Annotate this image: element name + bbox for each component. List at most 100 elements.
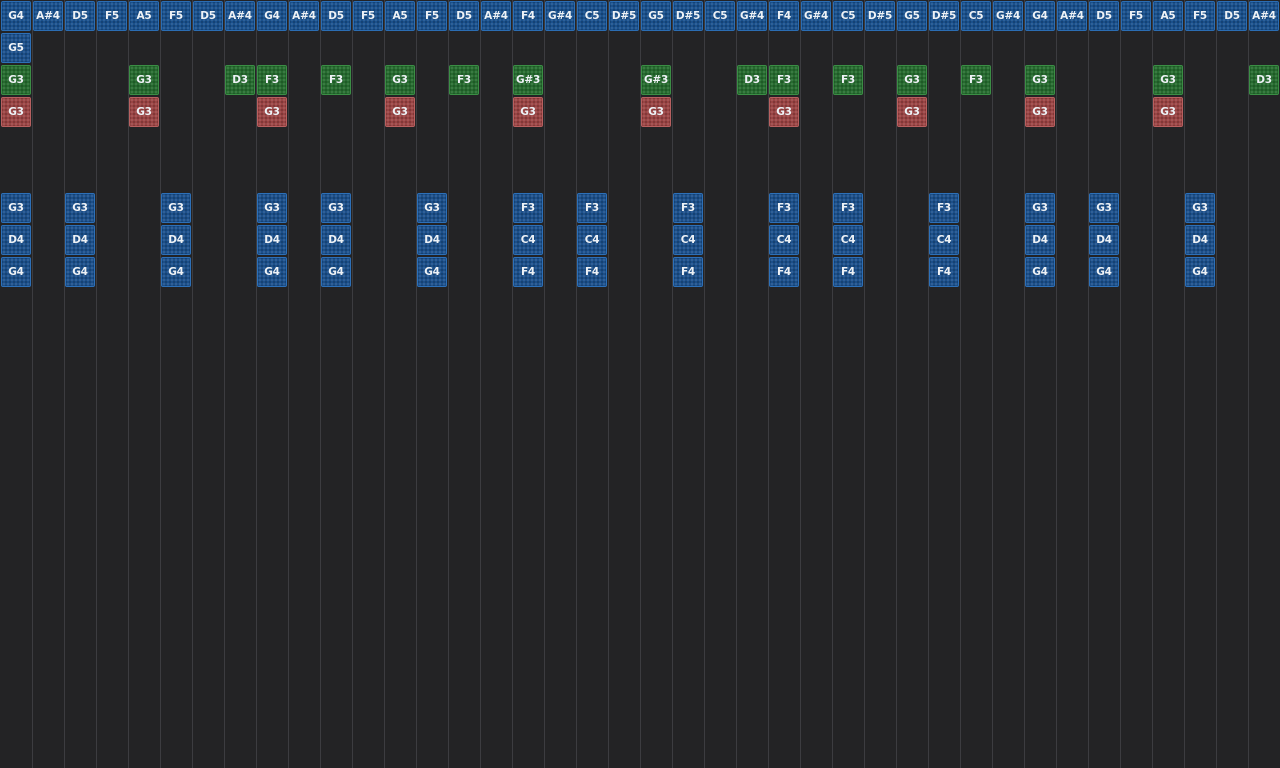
blue-note-block[interactable]: G4 <box>321 257 351 287</box>
blue-note-block[interactable]: F3 <box>513 193 543 223</box>
header-note-block[interactable]: D5 <box>321 1 351 31</box>
green-note-block[interactable]: F3 <box>833 65 863 95</box>
green-note-block[interactable]: D3 <box>225 65 255 95</box>
blue-note-block[interactable]: C4 <box>769 225 799 255</box>
blue-note-block[interactable]: F4 <box>577 257 607 287</box>
header-note-block[interactable]: A#4 <box>1057 1 1087 31</box>
blue-note-block[interactable]: D4 <box>417 225 447 255</box>
red-note-block[interactable]: G3 <box>769 97 799 127</box>
red-note-block[interactable]: G3 <box>257 97 287 127</box>
blue-note-block[interactable]: G4 <box>1089 257 1119 287</box>
blue-note-block[interactable]: F3 <box>929 193 959 223</box>
blue-note-block[interactable]: G4 <box>257 257 287 287</box>
red-note-block[interactable]: G3 <box>513 97 543 127</box>
blue-note-block[interactable]: G3 <box>65 193 95 223</box>
blue-note-block[interactable]: G3 <box>1185 193 1215 223</box>
green-note-block[interactable]: D3 <box>1249 65 1279 95</box>
header-note-block[interactable]: G5 <box>897 1 927 31</box>
blue-note-block[interactable]: D4 <box>1 225 31 255</box>
header-note-block[interactable]: D5 <box>449 1 479 31</box>
header-note-block[interactable]: G#4 <box>993 1 1023 31</box>
blue-note-block[interactable]: D4 <box>65 225 95 255</box>
green-note-block[interactable]: F3 <box>321 65 351 95</box>
red-note-block[interactable]: G3 <box>1 97 31 127</box>
blue-note-block[interactable]: G3 <box>1089 193 1119 223</box>
red-note-block[interactable]: G3 <box>1153 97 1183 127</box>
header-note-block[interactable]: C5 <box>705 1 735 31</box>
header-note-block[interactable]: G#4 <box>801 1 831 31</box>
header-note-block[interactable]: F4 <box>513 1 543 31</box>
blue-note-block[interactable]: G4 <box>65 257 95 287</box>
header-note-block[interactable]: D#5 <box>865 1 895 31</box>
blue-note-block[interactable]: F4 <box>769 257 799 287</box>
blue-note-block[interactable]: C4 <box>833 225 863 255</box>
blue-note-block[interactable]: D4 <box>1185 225 1215 255</box>
header-note-block[interactable]: F5 <box>1121 1 1151 31</box>
header-note-block[interactable]: G4 <box>257 1 287 31</box>
red-note-block[interactable]: G3 <box>1025 97 1055 127</box>
header-note-block[interactable]: A5 <box>129 1 159 31</box>
blue-note-block[interactable]: C4 <box>929 225 959 255</box>
header-note-block[interactable]: A#4 <box>289 1 319 31</box>
blue-note-block[interactable]: D4 <box>257 225 287 255</box>
green-note-block[interactable]: G3 <box>1153 65 1183 95</box>
blue-note-block[interactable]: F3 <box>769 193 799 223</box>
header-note-block[interactable]: G#4 <box>737 1 767 31</box>
blue-note-block[interactable]: F4 <box>833 257 863 287</box>
green-note-block[interactable]: G#3 <box>513 65 543 95</box>
header-note-block[interactable]: F5 <box>417 1 447 31</box>
blue-note-block[interactable]: G3 <box>1 193 31 223</box>
green-note-block[interactable]: G3 <box>385 65 415 95</box>
header-note-block[interactable]: F5 <box>161 1 191 31</box>
red-note-block[interactable]: G3 <box>385 97 415 127</box>
header-note-block[interactable]: C5 <box>961 1 991 31</box>
header-note-block[interactable]: D#5 <box>929 1 959 31</box>
header-note-block[interactable]: A#4 <box>1249 1 1279 31</box>
blue-note-block[interactable]: D4 <box>161 225 191 255</box>
green-note-block[interactable]: F3 <box>257 65 287 95</box>
blue-note-block[interactable]: D4 <box>1025 225 1055 255</box>
blue-note-block[interactable]: F3 <box>673 193 703 223</box>
green-note-block[interactable]: G3 <box>1 65 31 95</box>
header-note-block[interactable]: C5 <box>833 1 863 31</box>
green-note-block[interactable]: F3 <box>449 65 479 95</box>
blue-note-block[interactable]: G3 <box>161 193 191 223</box>
blue-note-block[interactable]: G4 <box>1025 257 1055 287</box>
header-note-block[interactable]: D5 <box>1217 1 1247 31</box>
blue-note-block[interactable]: C4 <box>673 225 703 255</box>
blue-note-block[interactable]: G4 <box>1185 257 1215 287</box>
blue-note-block[interactable]: D4 <box>1089 225 1119 255</box>
header-note-block[interactable]: D5 <box>193 1 223 31</box>
blue-note-block[interactable]: D4 <box>321 225 351 255</box>
header-note-block[interactable]: G5 <box>641 1 671 31</box>
header-note-block[interactable]: C5 <box>577 1 607 31</box>
header-note-block[interactable]: D#5 <box>609 1 639 31</box>
header-note-block[interactable]: F4 <box>769 1 799 31</box>
header-note-block[interactable]: D#5 <box>673 1 703 31</box>
green-note-block[interactable]: G#3 <box>641 65 671 95</box>
header-note-block[interactable]: F5 <box>1185 1 1215 31</box>
header-note-block[interactable]: G#4 <box>545 1 575 31</box>
blue-note-block[interactable]: C4 <box>513 225 543 255</box>
green-note-block[interactable]: F3 <box>769 65 799 95</box>
header-note-block[interactable]: D5 <box>1089 1 1119 31</box>
header-note-block[interactable]: F5 <box>353 1 383 31</box>
blue-note-block[interactable]: F4 <box>929 257 959 287</box>
blue-note-block[interactable]: F4 <box>513 257 543 287</box>
blue-note-block[interactable]: G3 <box>1025 193 1055 223</box>
blue-note-block[interactable]: G4 <box>1 257 31 287</box>
blue-note-block[interactable]: G3 <box>257 193 287 223</box>
header-note-block[interactable]: A#4 <box>225 1 255 31</box>
header-note-block[interactable]: D5 <box>65 1 95 31</box>
header-note-block[interactable]: A5 <box>385 1 415 31</box>
blue-note-block[interactable]: G3 <box>417 193 447 223</box>
blue-note-block[interactable]: F4 <box>673 257 703 287</box>
blue-note-block[interactable]: F3 <box>577 193 607 223</box>
header-note-block[interactable]: F5 <box>97 1 127 31</box>
green-note-block[interactable]: F3 <box>961 65 991 95</box>
blue-note-block[interactable]: C4 <box>577 225 607 255</box>
blue-note-block[interactable]: G3 <box>321 193 351 223</box>
red-note-block[interactable]: G3 <box>897 97 927 127</box>
green-note-block[interactable]: G3 <box>129 65 159 95</box>
header-note-block[interactable]: A#4 <box>33 1 63 31</box>
